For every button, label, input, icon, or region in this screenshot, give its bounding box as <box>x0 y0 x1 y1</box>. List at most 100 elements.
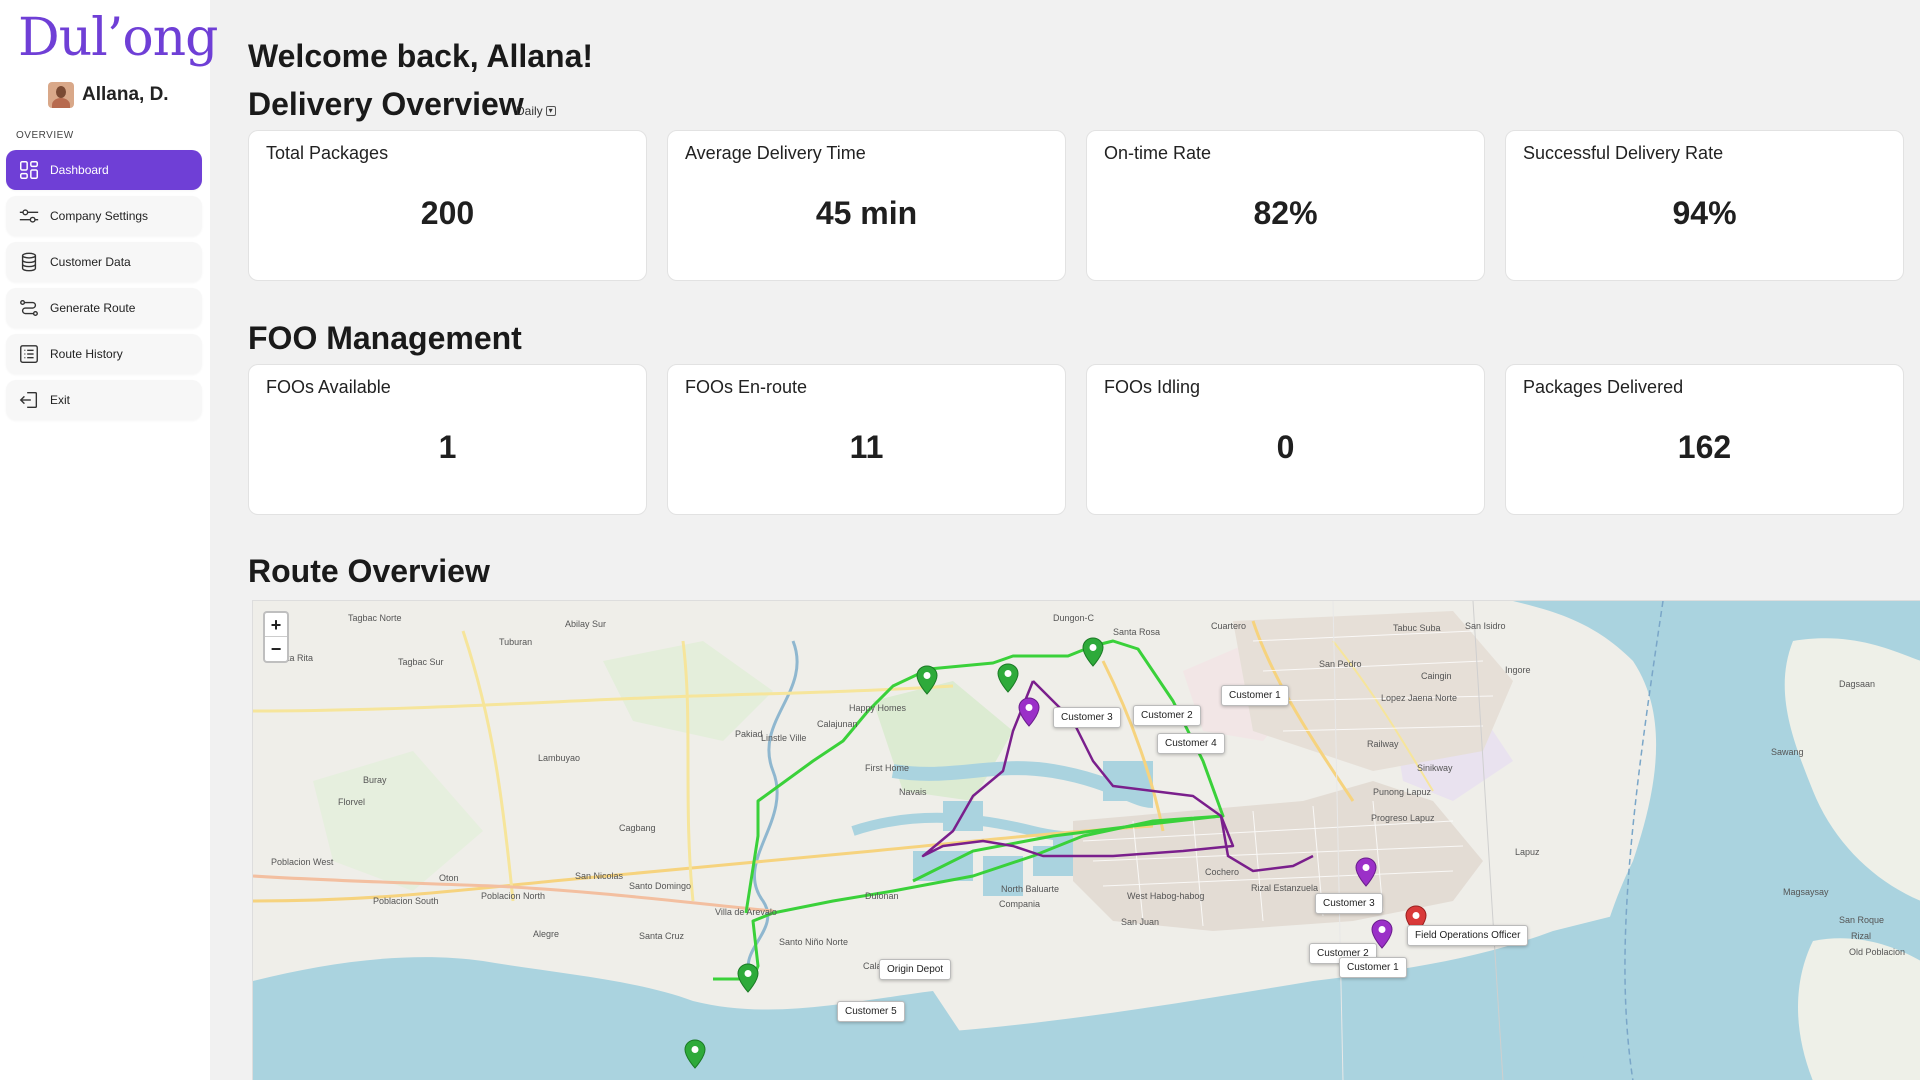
map-pin-icon[interactable] <box>1018 697 1040 727</box>
card-label: FOOs En-route <box>685 377 808 397</box>
sidebar-item-dashboard[interactable]: Dashboard <box>6 150 202 190</box>
marker-label: Customer 3 <box>1053 707 1121 728</box>
place-label: Cochero <box>1205 867 1240 877</box>
sidebar-item-generate-route[interactable]: Generate Route <box>6 288 202 328</box>
place-label: Buray <box>363 775 387 785</box>
delivery-overview-title: Delivery Overview <box>248 86 524 122</box>
place-label: Navais <box>899 787 927 797</box>
place-label: Railway <box>1367 739 1399 749</box>
card-value: 200 <box>420 195 475 231</box>
place-label: Tabuc Suba <box>1393 623 1441 633</box>
place-label: Sawang <box>1771 747 1804 757</box>
place-label: Old Poblacion <box>1849 947 1906 957</box>
stat-card-average-delivery-time: Average Delivery Time 45 min <box>667 130 1066 281</box>
place-label: San Pedro <box>1319 659 1362 669</box>
place-label: Santo Niño Norte <box>779 937 849 947</box>
map-pin-icon[interactable] <box>684 1039 706 1069</box>
marker-label: Customer 4 <box>1157 733 1225 754</box>
sidebar-item-label: Exit <box>50 393 71 407</box>
map-zoom-control: + − <box>263 611 289 663</box>
place-label: First Home <box>865 763 910 773</box>
stat-card-on-time-rate: On-time Rate 82% <box>1086 130 1485 281</box>
map-pin-icon[interactable] <box>1082 637 1104 667</box>
sidebar-item-label: Company Settings <box>50 209 149 223</box>
sidebar-item-label: Dashboard <box>50 163 109 177</box>
place-label: West Habog-habog <box>1127 891 1205 901</box>
exit-icon <box>19 391 38 409</box>
card-label: Average Delivery Time <box>685 143 866 163</box>
sidebar-item-customer-data[interactable]: Customer Data <box>6 242 202 282</box>
place-label: Alegre <box>533 929 560 939</box>
marker-label: Customer 2 <box>1133 705 1201 726</box>
app-logo[interactable]: Dul’ong <box>18 8 218 68</box>
database-icon <box>21 252 37 272</box>
place-label: Poblacion West <box>271 857 334 867</box>
route-map[interactable]: Tagbac Norte Abilay Sur Santa Rita Tagba… <box>252 600 1920 1080</box>
card-value: 94% <box>1672 195 1737 231</box>
place-label: Linstle Ville <box>761 733 807 743</box>
place-label: Caingin <box>1421 671 1452 681</box>
place-label: Pakiad <box>735 729 763 739</box>
card-label: Total Packages <box>266 143 389 163</box>
place-label: Tagbac Norte <box>348 613 402 623</box>
sidebar-item-route-history[interactable]: Route History <box>6 334 202 374</box>
place-label: Florvel <box>338 797 366 807</box>
stat-card-successful-delivery-rate: Successful Delivery Rate 94% <box>1505 130 1904 281</box>
stat-card-foos-idling: FOOs Idling 0 <box>1086 364 1485 515</box>
card-value: 0 <box>1276 429 1295 465</box>
place-label: Santa Cruz <box>639 931 685 941</box>
place-label: Punong Lapuz <box>1373 787 1432 797</box>
place-label: Poblacion North <box>481 891 546 901</box>
map-pin-icon[interactable] <box>916 665 938 695</box>
place-label: San Isidro <box>1465 621 1506 631</box>
place-label: San Nicolas <box>575 871 624 881</box>
user-profile[interactable]: Allana, D. <box>48 82 169 108</box>
map-base <box>253 601 1920 1080</box>
zoom-in-button[interactable]: + <box>265 613 287 637</box>
place-label: Tuburan <box>499 637 533 647</box>
zoom-out-button[interactable]: − <box>265 637 287 661</box>
chevron-down-icon: ▾ <box>545 106 556 116</box>
welcome-heading: Welcome back, Allana! <box>248 38 594 74</box>
foo-management-title: FOO Management <box>248 320 522 356</box>
user-name: Allana, D. <box>82 84 169 105</box>
place-label: Calajunan <box>817 719 858 729</box>
route-overview-title: Route Overview <box>248 553 490 589</box>
sidebar-item-exit[interactable]: Exit <box>6 380 202 420</box>
marker-label: Customer 3 <box>1315 893 1383 914</box>
sliders-icon <box>19 209 39 223</box>
map-pin-icon[interactable] <box>1355 857 1377 887</box>
card-value: 82% <box>1253 195 1318 231</box>
stat-card-packages-delivered: Packages Delivered 162 <box>1505 364 1904 515</box>
place-label: Dungon-C <box>1053 613 1095 623</box>
marker-label: Customer 1 <box>1221 685 1289 706</box>
card-label: FOOs Available <box>266 377 391 397</box>
place-label: Santo Domingo <box>629 881 692 891</box>
map-pin-icon[interactable] <box>997 663 1019 693</box>
sidebar-item-label: Generate Route <box>50 301 136 315</box>
place-label: San Juan <box>1121 917 1160 927</box>
place-label: Magsaysay <box>1783 887 1829 897</box>
card-label: Successful Delivery Rate <box>1523 143 1724 163</box>
card-label: Packages Delivered <box>1523 377 1684 397</box>
place-label: Abilay Sur <box>565 619 607 629</box>
place-label: Progreso Lapuz <box>1371 813 1435 823</box>
period-label: Daily <box>516 104 543 118</box>
sidebar-item-label: Customer Data <box>50 255 131 269</box>
place-label: North Baluarte <box>1001 884 1060 894</box>
marker-label: Origin Depot <box>879 959 952 980</box>
list-icon <box>20 345 38 363</box>
card-label: On-time Rate <box>1104 143 1212 163</box>
stat-card-foos-en-route: FOOs En-route 11 <box>667 364 1066 515</box>
sidebar-item-company-settings[interactable]: Company Settings <box>6 196 202 236</box>
place-label: Oton <box>439 873 459 883</box>
place-label: Rizal <box>1851 931 1872 941</box>
place-label: Lapuz <box>1515 847 1540 857</box>
card-value: 162 <box>1677 429 1732 465</box>
dashboard-icon <box>20 161 38 179</box>
avatar <box>48 82 74 108</box>
period-selector[interactable]: Daily ▾ <box>516 104 556 118</box>
map-pin-icon[interactable] <box>737 963 759 993</box>
place-label: San Roque <box>1839 915 1885 925</box>
marker-label: Customer 1 <box>1339 957 1407 978</box>
